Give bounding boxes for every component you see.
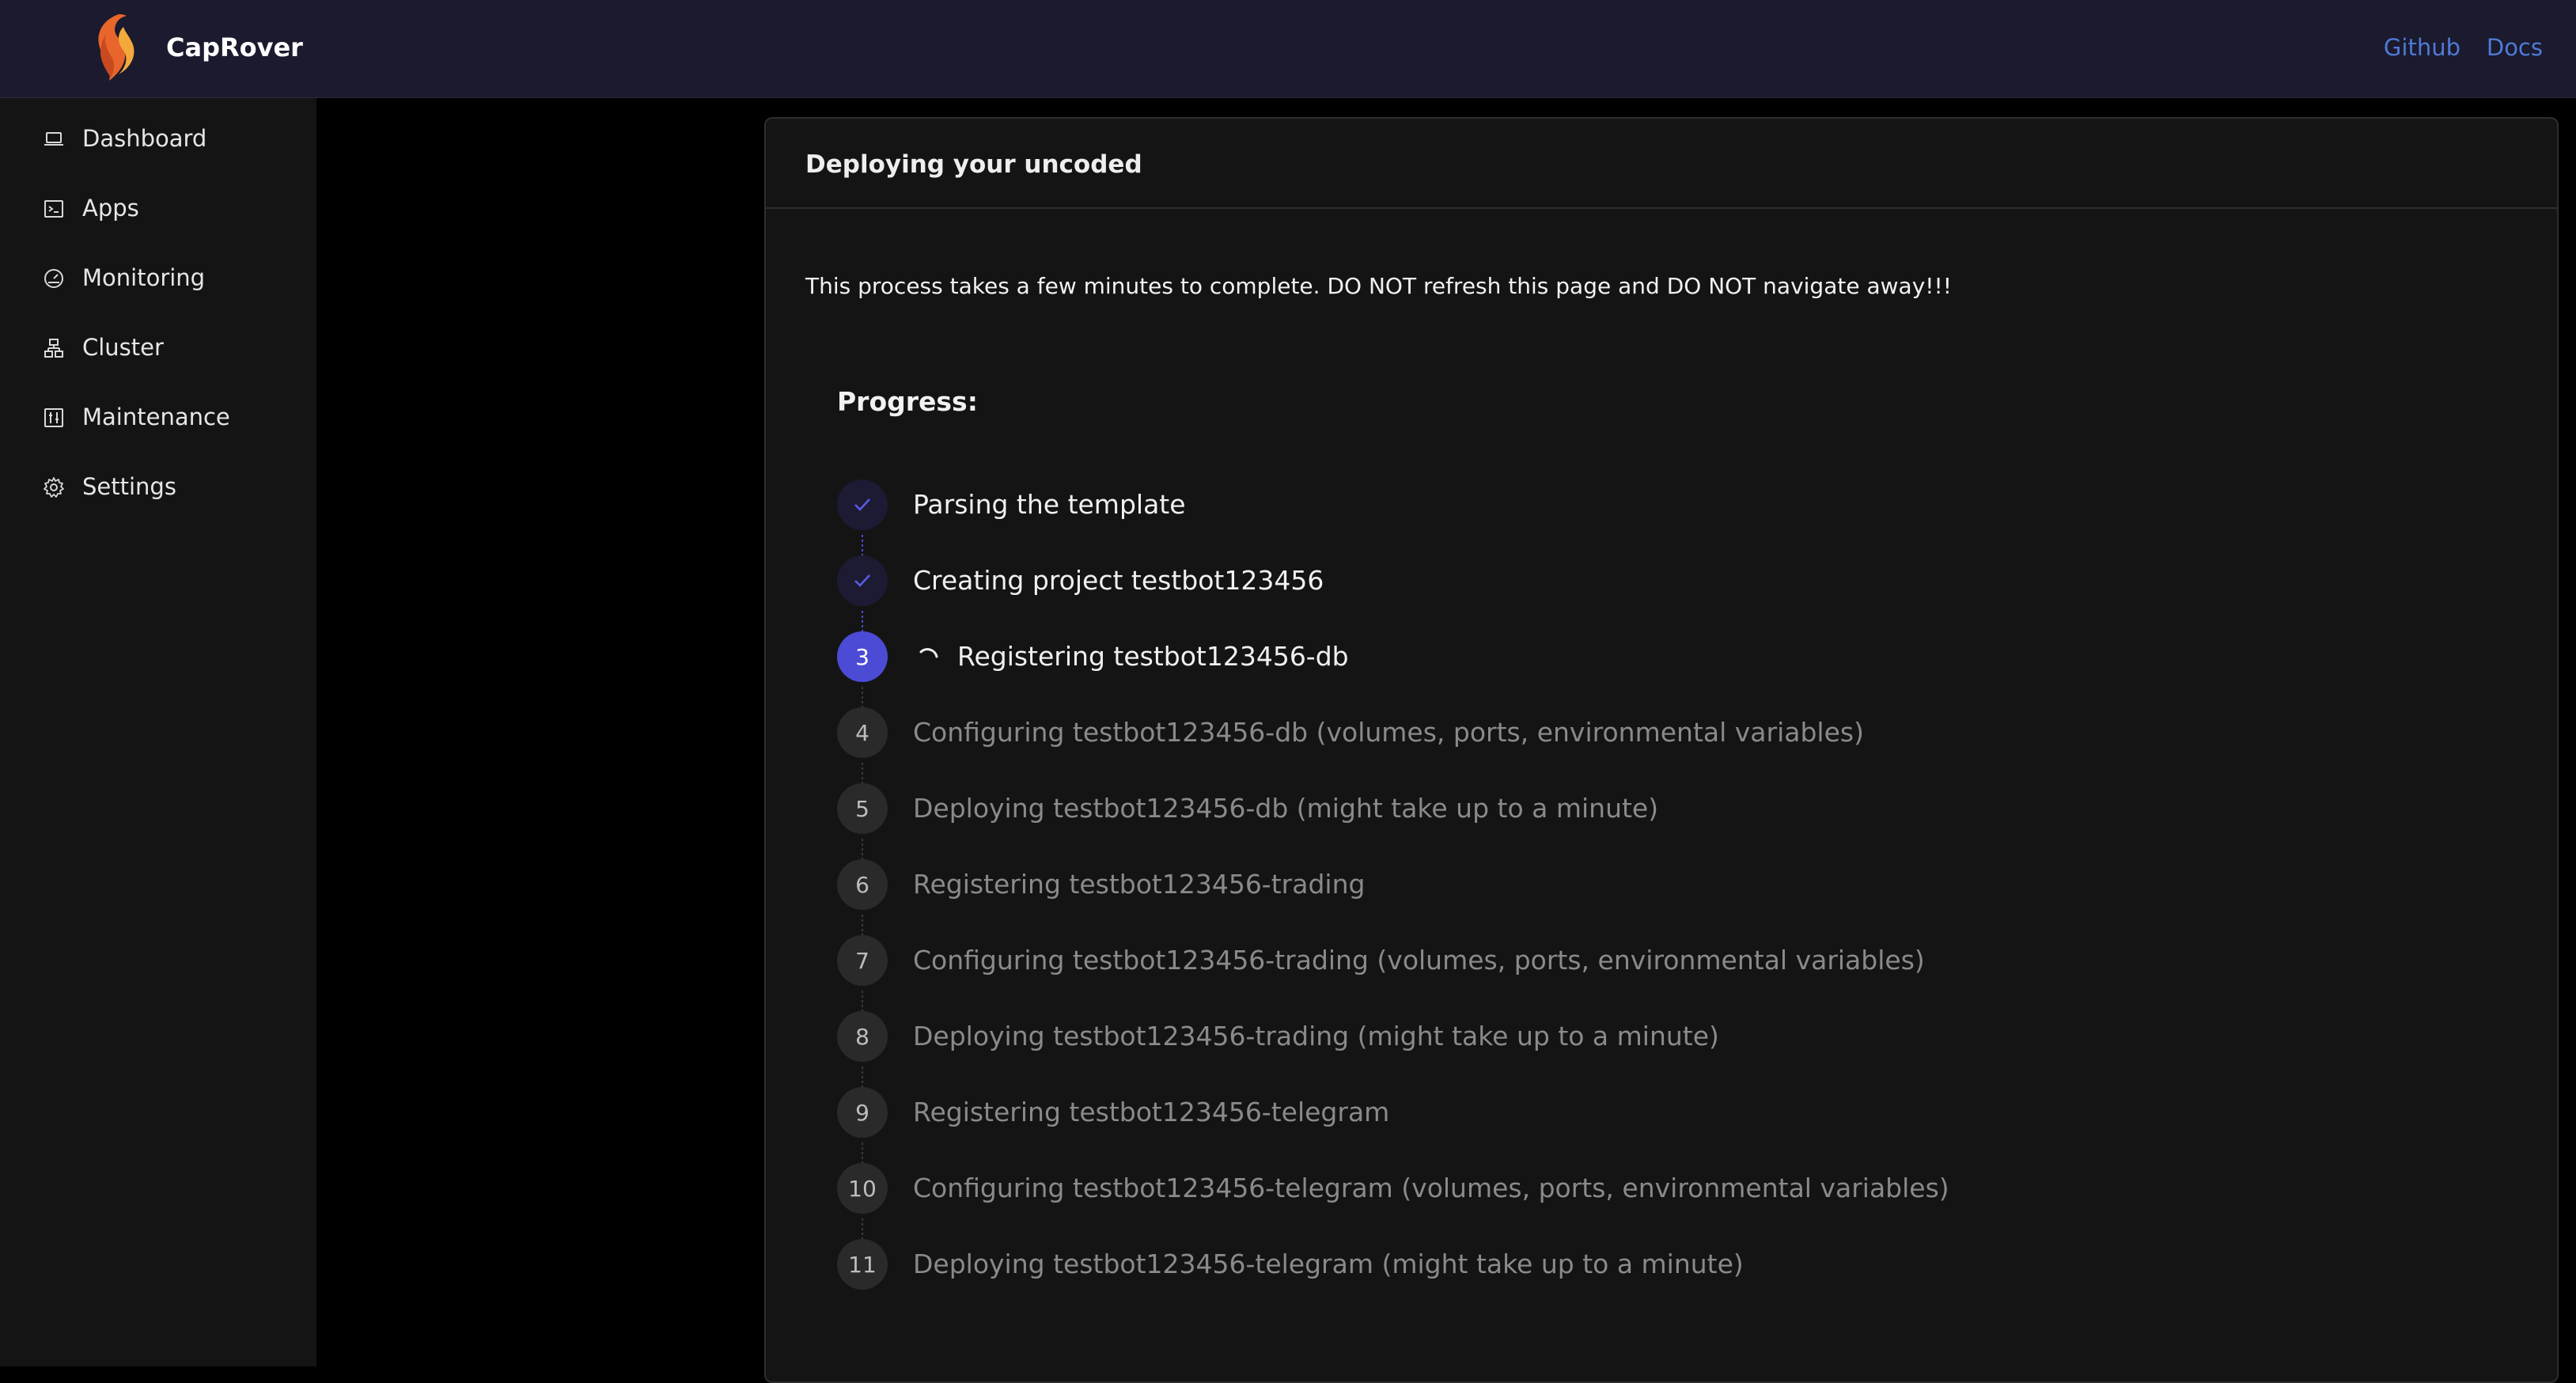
step-text: Deploying testbot123456-db (might take u… bbox=[913, 793, 1659, 824]
laptop-icon bbox=[44, 132, 63, 146]
step-connector bbox=[862, 1218, 863, 1239]
gear-icon bbox=[44, 477, 64, 498]
check-icon bbox=[854, 574, 870, 587]
sidebar-item-label: Maintenance bbox=[82, 404, 230, 430]
progress-step: 9 Registering testbot123456-telegram bbox=[837, 1087, 2419, 1138]
docs-link[interactable]: Docs bbox=[2487, 32, 2543, 63]
step-done-badge bbox=[837, 479, 888, 530]
step-text: Registering testbot123456-db bbox=[957, 641, 1349, 672]
step-number: 5 bbox=[837, 783, 888, 834]
progress-step: 6 Registering testbot123456-trading bbox=[837, 859, 2419, 910]
progress-heading: Progress: bbox=[837, 386, 978, 417]
progress-steps: Parsing the template Creating project te… bbox=[837, 479, 2419, 1350]
step-text: Registering testbot123456-trading bbox=[913, 869, 1366, 900]
sidebar-item-cluster[interactable]: Cluster bbox=[0, 321, 316, 372]
step-number: 11 bbox=[837, 1239, 888, 1290]
sidebar-item-label: Settings bbox=[82, 473, 176, 500]
step-number: 9 bbox=[837, 1087, 888, 1138]
step-number: 8 bbox=[837, 1011, 888, 1062]
sidebar: Dashboard Apps Monitoring Cluster Mainte… bbox=[0, 98, 316, 1366]
control-icon bbox=[44, 408, 63, 427]
progress-step: 10 Configuring testbot123456-telegram (v… bbox=[837, 1163, 2419, 1214]
caprover-logo-icon[interactable] bbox=[89, 11, 141, 84]
step-connector bbox=[862, 611, 863, 631]
progress-step: 5 Deploying testbot123456-db (might take… bbox=[837, 783, 2419, 834]
progress-step: 3 Registering testbot123456-db bbox=[837, 631, 2419, 682]
sidebar-item-label: Cluster bbox=[82, 334, 164, 361]
step-text: Configuring testbot123456-trading (volum… bbox=[913, 945, 1925, 976]
loading-spinner-icon bbox=[919, 648, 938, 658]
progress-step: 4 Configuring testbot123456-db (volumes,… bbox=[837, 707, 2419, 758]
step-text: Deploying testbot123456-telegram (might … bbox=[913, 1248, 1744, 1279]
sidebar-item-settings[interactable]: Settings bbox=[0, 460, 316, 511]
step-connector bbox=[862, 1067, 863, 1087]
step-number: 4 bbox=[837, 707, 888, 758]
progress-step: Creating project testbot123456 bbox=[837, 555, 2419, 606]
deploy-card: Deploying your uncoded This process take… bbox=[764, 117, 2559, 1383]
step-text: Creating project testbot123456 bbox=[913, 565, 1324, 596]
page-title: Deploying your uncoded bbox=[805, 150, 1142, 179]
code-icon bbox=[44, 200, 63, 218]
sidebar-item-dashboard[interactable]: Dashboard bbox=[0, 112, 316, 163]
progress-step: Parsing the template bbox=[837, 479, 2419, 530]
step-text: Configuring testbot123456-telegram (volu… bbox=[913, 1173, 1949, 1203]
step-connector bbox=[862, 1142, 863, 1163]
step-number: 10 bbox=[837, 1163, 888, 1214]
warning-message: This process takes a few minutes to comp… bbox=[805, 273, 1952, 299]
sidebar-item-label: Apps bbox=[82, 195, 139, 222]
sidebar-item-monitoring[interactable]: Monitoring bbox=[0, 252, 316, 302]
sidebar-item-label: Monitoring bbox=[82, 264, 206, 291]
sidebar-item-label: Dashboard bbox=[82, 125, 207, 152]
card-header: Deploying your uncoded bbox=[766, 119, 2557, 209]
step-connector bbox=[862, 535, 863, 555]
progress-step: 8 Deploying testbot123456-trading (might… bbox=[837, 1011, 2419, 1062]
brand-name[interactable]: CapRover bbox=[166, 30, 303, 65]
progress-step: 11 Deploying testbot123456-telegram (mig… bbox=[837, 1239, 2419, 1290]
step-text: Parsing the template bbox=[913, 489, 1186, 520]
step-connector bbox=[862, 839, 863, 859]
progress-step: 7 Configuring testbot123456-trading (vol… bbox=[837, 935, 2419, 986]
step-number: 7 bbox=[837, 935, 888, 986]
step-number: 3 bbox=[837, 631, 888, 682]
step-connector bbox=[862, 991, 863, 1011]
step-connector bbox=[862, 915, 863, 935]
sidebar-item-apps[interactable]: Apps bbox=[0, 182, 316, 233]
step-connector bbox=[862, 687, 863, 707]
step-text: Configuring testbot123456-db (volumes, p… bbox=[913, 717, 1864, 748]
top-header: CapRover Github Docs bbox=[0, 0, 2576, 98]
step-done-badge bbox=[837, 555, 888, 606]
cluster-icon bbox=[44, 339, 63, 358]
step-connector bbox=[862, 763, 863, 783]
check-icon bbox=[854, 498, 870, 511]
step-text: Deploying testbot123456-trading (might t… bbox=[913, 1021, 1719, 1051]
dashboard-gauge-icon bbox=[44, 269, 63, 288]
step-number: 6 bbox=[837, 859, 888, 910]
step-text: Registering testbot123456-telegram bbox=[913, 1097, 1390, 1127]
sidebar-item-maintenance[interactable]: Maintenance bbox=[0, 391, 316, 441]
github-link[interactable]: Github bbox=[2384, 32, 2460, 63]
